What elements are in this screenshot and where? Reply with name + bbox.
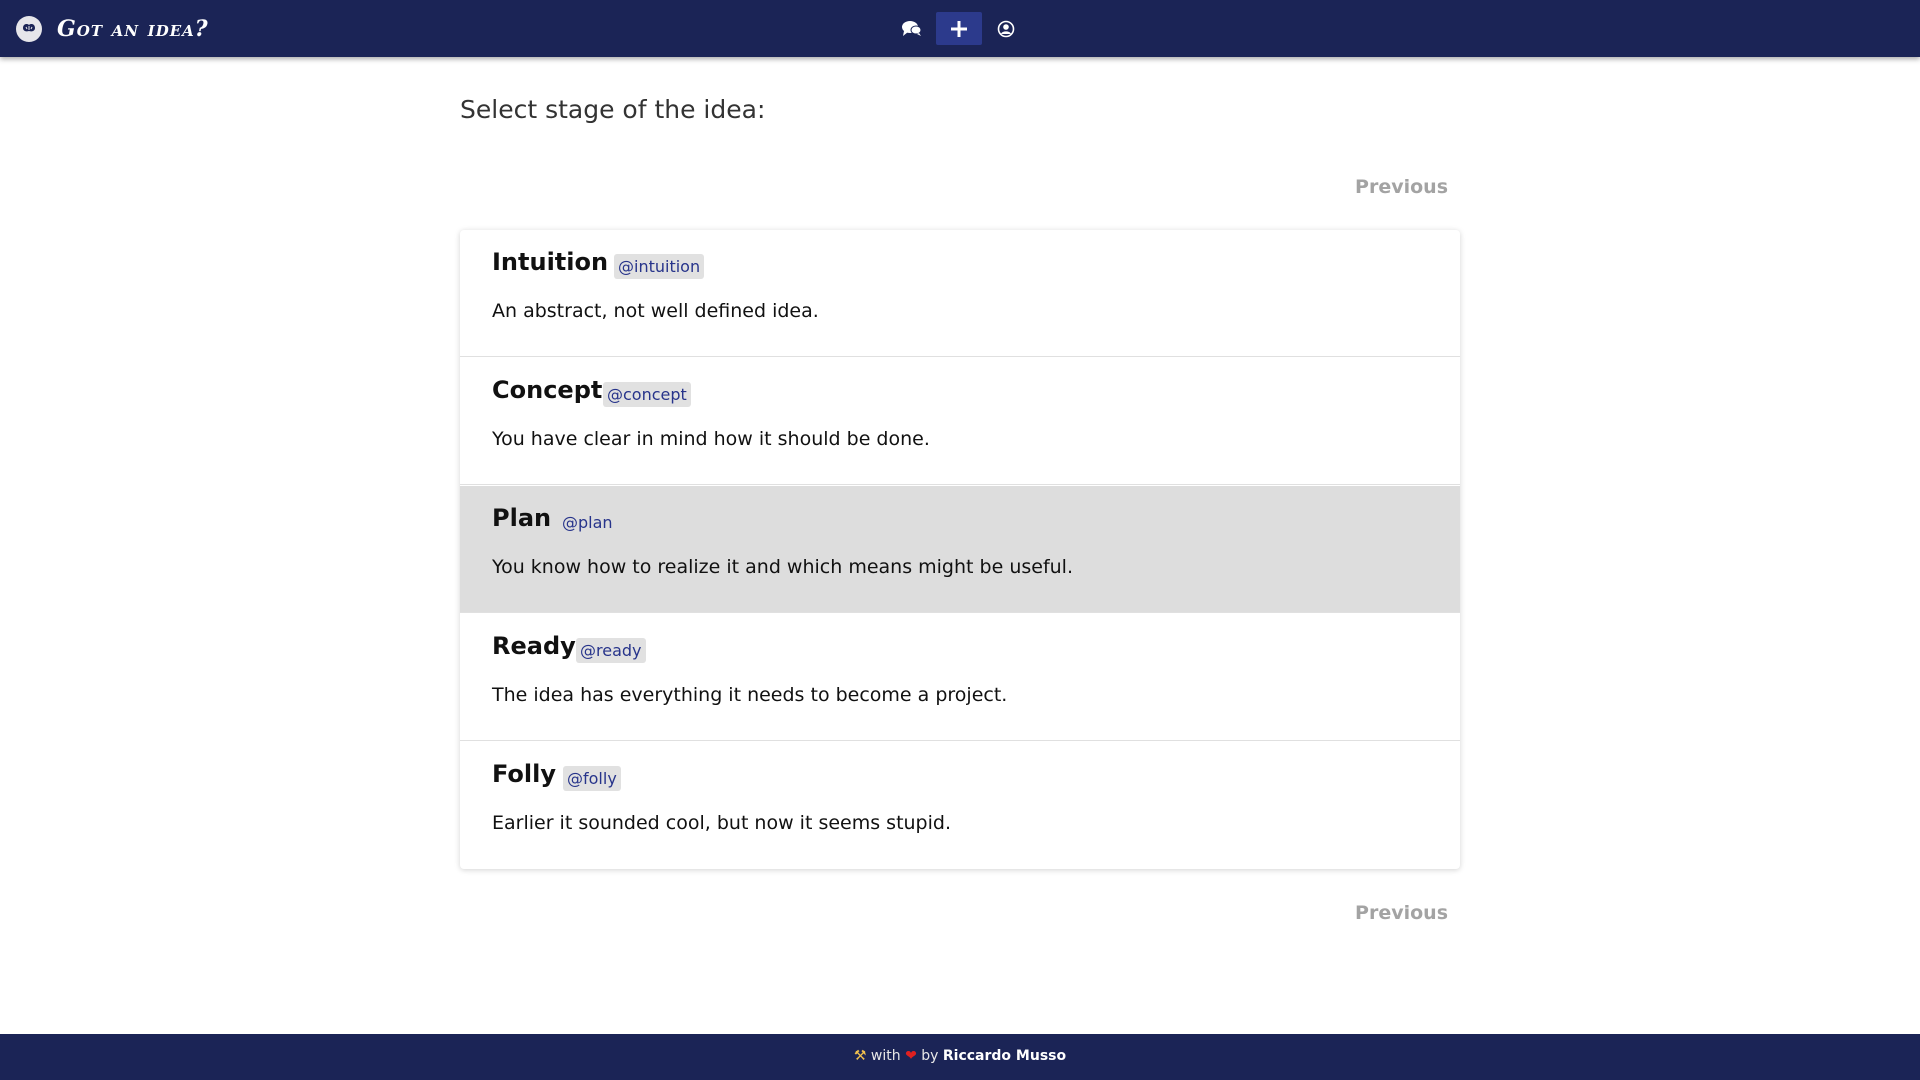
footer-credits: ⚒ with ❤ by Riccardo Musso xyxy=(0,1048,1920,1064)
page-title: Select stage of the idea: xyxy=(460,95,766,124)
stage-item-folly[interactable]: Folly @folly Earlier it sounded cool, bu… xyxy=(460,742,1460,869)
stage-item-ready[interactable]: Ready @ready The idea has everything it … xyxy=(460,614,1460,741)
stage-description: You have clear in mind how it should be … xyxy=(492,428,930,450)
top-navbar: Got an idea? xyxy=(0,0,1920,57)
stage-item-intuition[interactable]: Intuition @intuition An abstract, not we… xyxy=(460,230,1460,357)
stage-item-plan[interactable]: Plan @plan You know how to realize it an… xyxy=(460,486,1460,613)
stage-description: An abstract, not well defined idea. xyxy=(492,300,819,322)
previous-button-top[interactable]: Previous xyxy=(1355,176,1448,198)
stage-list: Intuition @intuition An abstract, not we… xyxy=(460,230,1460,869)
stage-name: Plan xyxy=(492,504,552,532)
heart-icon: ❤ xyxy=(905,1048,917,1064)
footer-by: by xyxy=(921,1048,939,1064)
stage-tag: @intuition xyxy=(614,254,705,279)
stage-name: Concept xyxy=(492,376,603,404)
stage-tag: @concept xyxy=(603,382,691,407)
footer-with: with xyxy=(870,1048,901,1064)
stage-tag: @folly xyxy=(563,766,621,791)
stage-tag: @plan xyxy=(562,513,613,532)
brain-logo-icon[interactable] xyxy=(16,16,42,42)
profile-nav-button[interactable] xyxy=(983,12,1029,45)
stage-description: Earlier it sounded cool, but now it seem… xyxy=(492,812,951,834)
new-idea-nav-button[interactable] xyxy=(936,12,982,45)
tools-icon: ⚒ xyxy=(853,1048,867,1064)
author-link[interactable]: Riccardo Musso xyxy=(943,1048,1066,1064)
footer: ⚒ with ❤ by Riccardo Musso xyxy=(0,1034,1920,1080)
stage-item-concept[interactable]: Concept @concept You have clear in mind … xyxy=(460,358,1460,485)
stage-name: Intuition xyxy=(492,248,609,276)
stage-description: You know how to realize it and which mea… xyxy=(492,556,1073,578)
stage-tag: @ready xyxy=(576,638,646,663)
stage-name: Ready xyxy=(492,632,576,660)
stage-description: The idea has everything it needs to beco… xyxy=(492,684,1008,706)
previous-button-bottom[interactable]: Previous xyxy=(1355,902,1448,924)
app-brand[interactable]: Got an idea? xyxy=(57,13,209,45)
stage-name: Folly xyxy=(492,760,557,788)
chat-nav-button[interactable] xyxy=(889,12,935,45)
